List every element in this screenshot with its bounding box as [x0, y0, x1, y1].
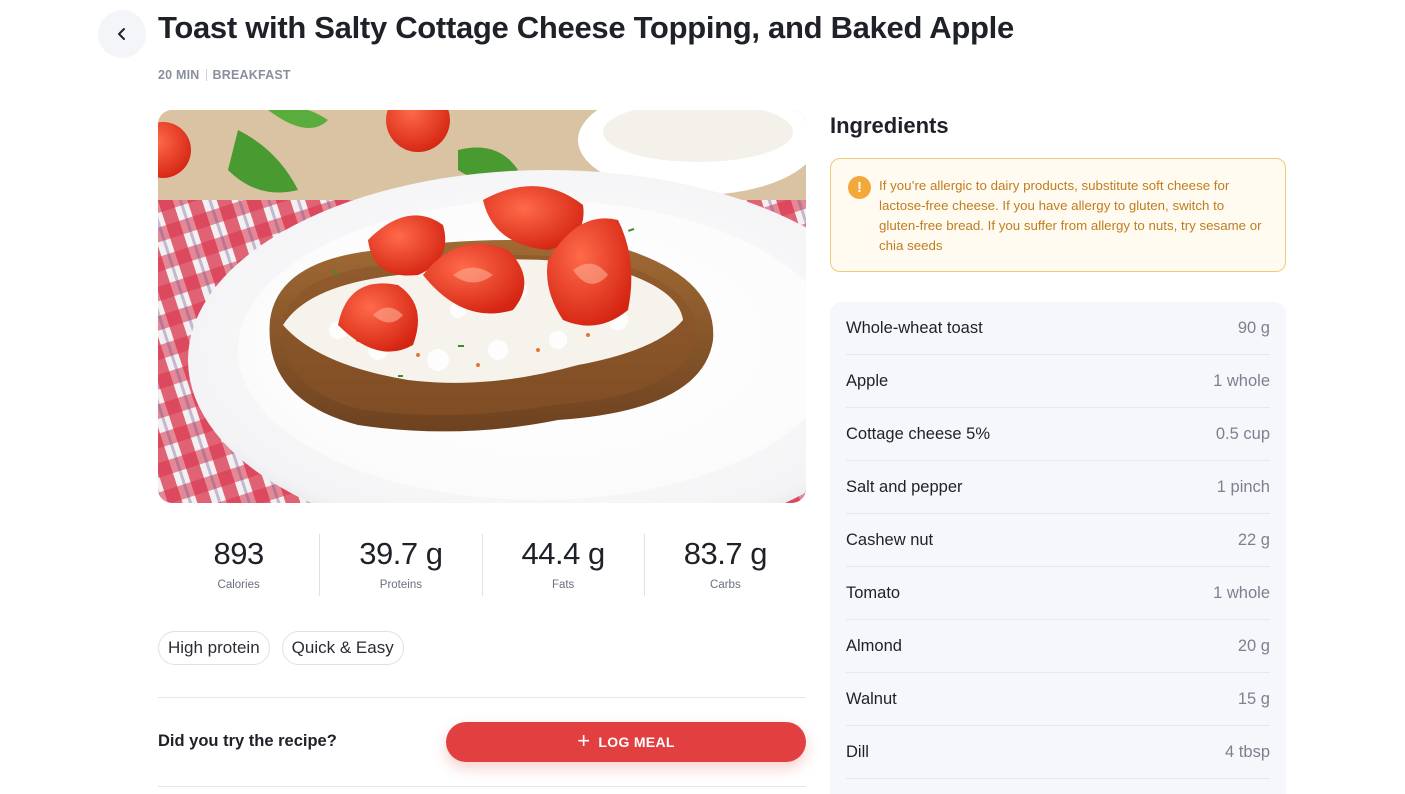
ingredient-name: Almond — [846, 636, 902, 655]
stat-carbs: 83.7 g Carbs — [645, 534, 806, 596]
ingredient-name: Dill — [846, 742, 869, 761]
recipe-meal-type: BREAKFAST — [212, 68, 291, 82]
chevron-left-icon — [118, 28, 125, 40]
stat-label: Calories — [217, 579, 260, 591]
ingredient-qty: 4 tbsp — [1225, 742, 1270, 761]
stat-label: Carbs — [710, 579, 741, 591]
ingredient-row: Almond 20 g — [846, 620, 1270, 673]
ingredient-name: Cashew nut — [846, 530, 934, 549]
ingredient-row: Salt and pepper 1 pinch — [846, 461, 1270, 514]
ingredient-qty: 1 pinch — [1216, 477, 1270, 496]
plus-icon: + — [577, 728, 591, 753]
ingredient-qty: 0.5 cup — [1215, 424, 1270, 443]
ingredient-name: Walnut — [846, 689, 897, 708]
ingredient-list: Whole-wheat toast 90 g Apple 1 whole Cot… — [830, 302, 1286, 794]
tag-chip[interactable]: High protein — [158, 631, 270, 665]
nutrition-stats: 893 Calories 39.7 g Proteins 44.4 g Fats… — [158, 534, 806, 596]
log-meal-button[interactable]: + LOG MEAL — [446, 722, 806, 762]
ingredient-qty: 15 g — [1237, 689, 1270, 708]
ingredient-row: Dill 4 tbsp — [846, 726, 1270, 779]
recipe-title: Toast with Salty Cottage Cheese Topping,… — [158, 10, 1014, 45]
ingredient-row: Cashew nut 22 g — [846, 514, 1270, 567]
ingredient-row: Apple 1 whole — [846, 355, 1270, 408]
ingredient-row: Walnut 15 g — [846, 673, 1270, 726]
stat-label: Fats — [551, 579, 575, 591]
recipe-duration: 20 MIN — [158, 68, 200, 82]
ingredient-name: Tomato — [846, 583, 901, 602]
ingredient-qty: 90 g — [1237, 318, 1270, 337]
tag-chip[interactable]: Quick & Easy — [281, 631, 404, 665]
ingredient-qty: 1 whole — [1213, 583, 1270, 602]
ingredient-qty: 22 g — [1237, 530, 1270, 549]
stat-proteins: 39.7 g Proteins — [320, 534, 483, 596]
ingredient-row: Tomato 1 whole — [846, 567, 1270, 620]
stat-value: 83.7 g — [683, 536, 768, 571]
ingredient-name: Apple — [846, 371, 889, 390]
allergy-note-text: If you’re allergic to dairy products, su… — [879, 178, 1262, 253]
stat-fats: 44.4 g Fats — [483, 534, 645, 596]
stat-value: 44.4 g — [521, 536, 606, 571]
log-meal-label: LOG MEAL — [598, 734, 675, 750]
stat-value: 893 — [213, 536, 265, 571]
meta-divider — [205, 69, 207, 81]
try-recipe-question: Did you try the recipe? — [158, 732, 337, 750]
recipe-meta: 20 MIN BREAKFAST — [158, 68, 291, 82]
divider — [158, 697, 806, 698]
recipe-photo — [158, 110, 806, 503]
stat-value: 39.7 g — [359, 536, 443, 571]
ingredient-row: Cottage cheese 5% 0.5 cup — [846, 408, 1270, 461]
ingredient-name: Salt and pepper — [846, 477, 963, 496]
ingredient-qty: 1 whole — [1213, 371, 1270, 390]
ingredient-qty: 20 g — [1237, 636, 1270, 655]
stat-label: Proteins — [379, 579, 422, 591]
ingredient-name: Cottage cheese 5% — [846, 424, 991, 443]
warning-icon: ! — [848, 176, 871, 199]
ingredient-name: Whole-wheat toast — [846, 318, 983, 337]
allergy-notice: ! If you’re allergic to dairy products, … — [830, 158, 1286, 272]
ingredients-title: Ingredients — [830, 113, 949, 138]
stat-calories: 893 Calories — [158, 534, 321, 596]
ingredient-row: Whole-wheat toast 90 g — [846, 302, 1270, 355]
back-button[interactable] — [98, 10, 146, 58]
divider — [158, 786, 806, 787]
recipe-tags: High protein Quick & Easy — [158, 631, 404, 665]
